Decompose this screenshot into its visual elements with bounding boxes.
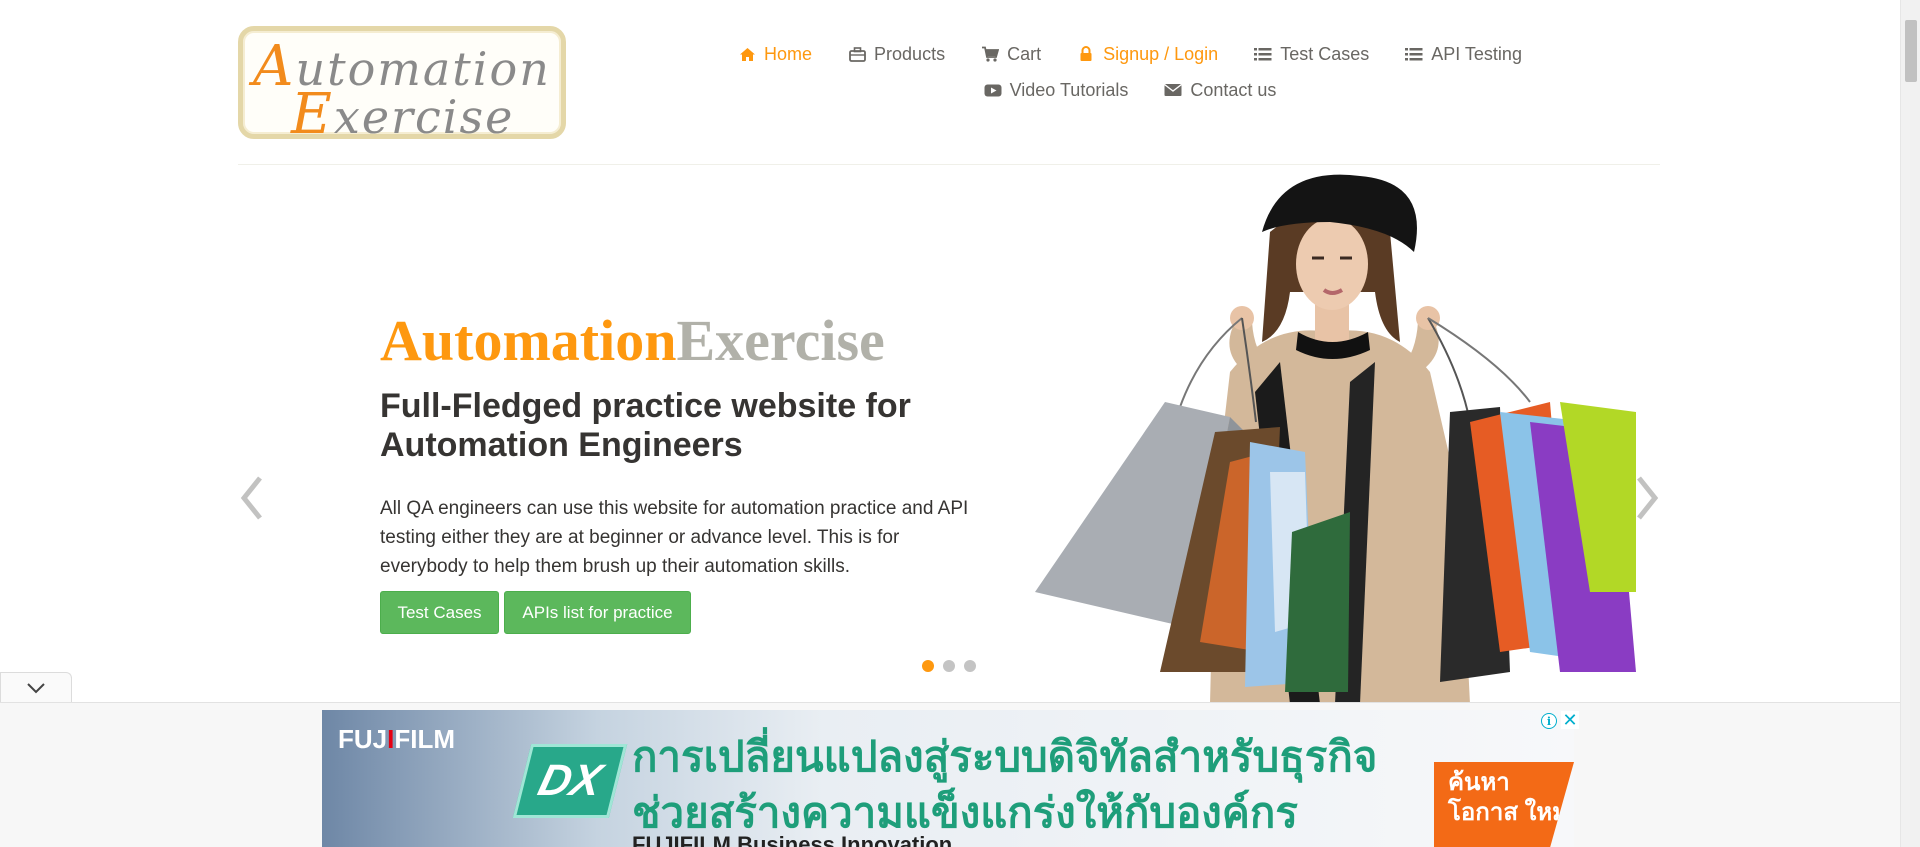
ad-collapse-toggle[interactable] — [0, 672, 72, 703]
nav-row-2: Video Tutorials Contact us — [700, 72, 1560, 108]
hero-shopping-girl-image — [1035, 174, 1636, 704]
briefcase-icon — [848, 45, 866, 63]
carousel-dot-1[interactable] — [922, 660, 934, 672]
ad-cta-button[interactable]: ค้นหา โอกาส ใหม่ — [1434, 762, 1574, 847]
cart-icon — [981, 45, 1000, 63]
nav-api-testing[interactable]: API Testing — [1405, 44, 1522, 65]
test-cases-button[interactable]: Test Cases — [380, 591, 499, 634]
site-logo[interactable]: Automation Exercise — [238, 26, 566, 143]
list-icon — [1405, 45, 1423, 63]
lock-icon — [1077, 45, 1095, 63]
page: Automation Exercise Home Products Cart S… — [0, 0, 1920, 847]
carousel-indicators — [922, 660, 976, 672]
hero-title: AutomationExercise — [380, 308, 885, 373]
header-divider — [238, 164, 1660, 165]
nav-home[interactable]: Home — [738, 44, 812, 65]
hero-subtitle: Full-Fledged practice website for Automa… — [380, 387, 911, 464]
nav-row-1: Home Products Cart Signup / Login Test C… — [700, 36, 1560, 72]
nav-video-tutorials[interactable]: Video Tutorials — [984, 79, 1129, 101]
nav-test-cases-label: Test Cases — [1280, 43, 1370, 64]
scrollbar-thumb[interactable] — [1905, 20, 1917, 82]
page-scrollbar[interactable] — [1900, 0, 1920, 847]
chevron-left-icon — [240, 476, 262, 520]
nav-video-tutorials-label: Video Tutorials — [1009, 79, 1129, 100]
nav-contact-us[interactable]: Contact us — [1164, 80, 1276, 101]
carousel-prev-arrow[interactable] — [236, 470, 266, 526]
carousel-dot-3[interactable] — [964, 660, 976, 672]
nav-contact-us-label: Contact us — [1190, 79, 1277, 100]
ad-banner[interactable]: FUJIFILM DX การเปลี่ยนแปลงสู่ระบบดิจิทัล… — [322, 710, 1574, 847]
envelope-icon — [1164, 81, 1183, 99]
nav-home-label: Home — [764, 43, 813, 64]
nav-products-label: Products — [874, 43, 946, 64]
ad-close-icon[interactable]: ✕ — [1561, 711, 1579, 729]
youtube-play-icon — [984, 81, 1002, 99]
ad-info-icon[interactable]: i — [1541, 713, 1557, 729]
nav-api-testing-label: API Testing — [1431, 43, 1522, 64]
nav-cart-label: Cart — [1007, 43, 1042, 64]
hero-description: All QA engineers can use this website fo… — [380, 498, 969, 577]
nav-cart[interactable]: Cart — [981, 44, 1041, 65]
carousel-next-arrow[interactable] — [1633, 470, 1663, 526]
nav-signup-login[interactable]: Signup / Login — [1077, 44, 1218, 65]
carousel-dot-2[interactable] — [943, 660, 955, 672]
home-icon — [738, 45, 756, 63]
ad-tagline: FUJIFILM Business Innovation — [632, 832, 953, 847]
nav-signup-login-label: Signup / Login — [1103, 43, 1219, 64]
list-icon — [1254, 45, 1272, 63]
chevron-right-icon — [1637, 476, 1659, 520]
logo-word-exercise: Exercise — [291, 82, 515, 147]
ad-brand-logo: FUJIFILM — [338, 724, 456, 754]
nav-test-cases[interactable]: Test Cases — [1254, 44, 1369, 65]
nav-products[interactable]: Products — [848, 44, 945, 65]
chevron-down-icon — [27, 683, 45, 694]
main-nav: Home Products Cart Signup / Login Test C… — [700, 36, 1560, 108]
ad-dx-badge: DX — [512, 744, 628, 818]
apis-list-button[interactable]: APIs list for practice — [504, 591, 691, 634]
